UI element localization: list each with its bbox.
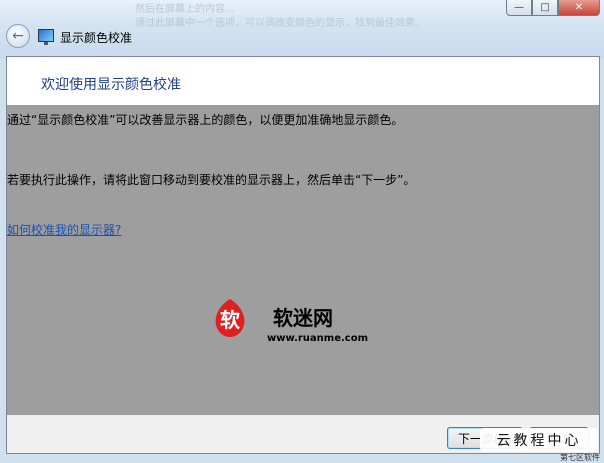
close-button[interactable]: ✕ [558, 0, 600, 16]
maximize-button[interactable]: □ [532, 0, 558, 16]
window-titlebar: 然后在屏幕上的内容... 通过此屏幕中一个选项，可以调改变颜色的显示，找到最佳效… [0, 0, 604, 58]
monitor-icon [38, 29, 54, 45]
wizard-content: 欢迎使用显示颜色校准 通过“显示颜色校准”可以改善显示器上的颜色，以便更加准确地… [6, 56, 600, 454]
background-window-text: 然后在屏幕上的内容... [135, 4, 235, 15]
minimize-button[interactable]: — [506, 0, 532, 16]
help-link[interactable]: 如何校准我的显示器? [7, 221, 121, 238]
ruanme-logo-icon: 软 [215, 299, 245, 337]
background-window-text: 通过此屏幕中一个选项，可以调改变颜色的显示，找到最佳效果。 [135, 18, 425, 29]
watermark-small-text: 第七区软件 [560, 453, 600, 462]
page-title: 欢迎使用显示颜色校准 [41, 77, 181, 93]
watermark-brand: 软迷网 [273, 306, 333, 330]
close-icon: ✕ [574, 1, 584, 13]
maximize-icon: □ [540, 1, 550, 13]
back-arrow-icon: ← [12, 28, 24, 44]
watermark-label: 云教程中心 [480, 428, 598, 452]
intro-paragraph: 通过“显示颜色校准”可以改善显示器上的颜色，以便更加准确地显示颜色。 [7, 113, 404, 127]
instruction-paragraph: 若要执行此操作，请将此窗口移动到要校准的显示器上，然后单击“下一步”。 [7, 173, 416, 187]
logo-char: 软 [220, 308, 240, 332]
minimize-icon: — [514, 1, 524, 13]
watermark-url: www.ruanme.com [267, 333, 369, 344]
wizard-header: 欢迎使用显示颜色校准 [7, 57, 599, 105]
window-controls: — □ ✕ [506, 0, 600, 16]
window-title: 显示颜色校准 [60, 31, 133, 45]
back-button[interactable]: ← [6, 24, 30, 48]
